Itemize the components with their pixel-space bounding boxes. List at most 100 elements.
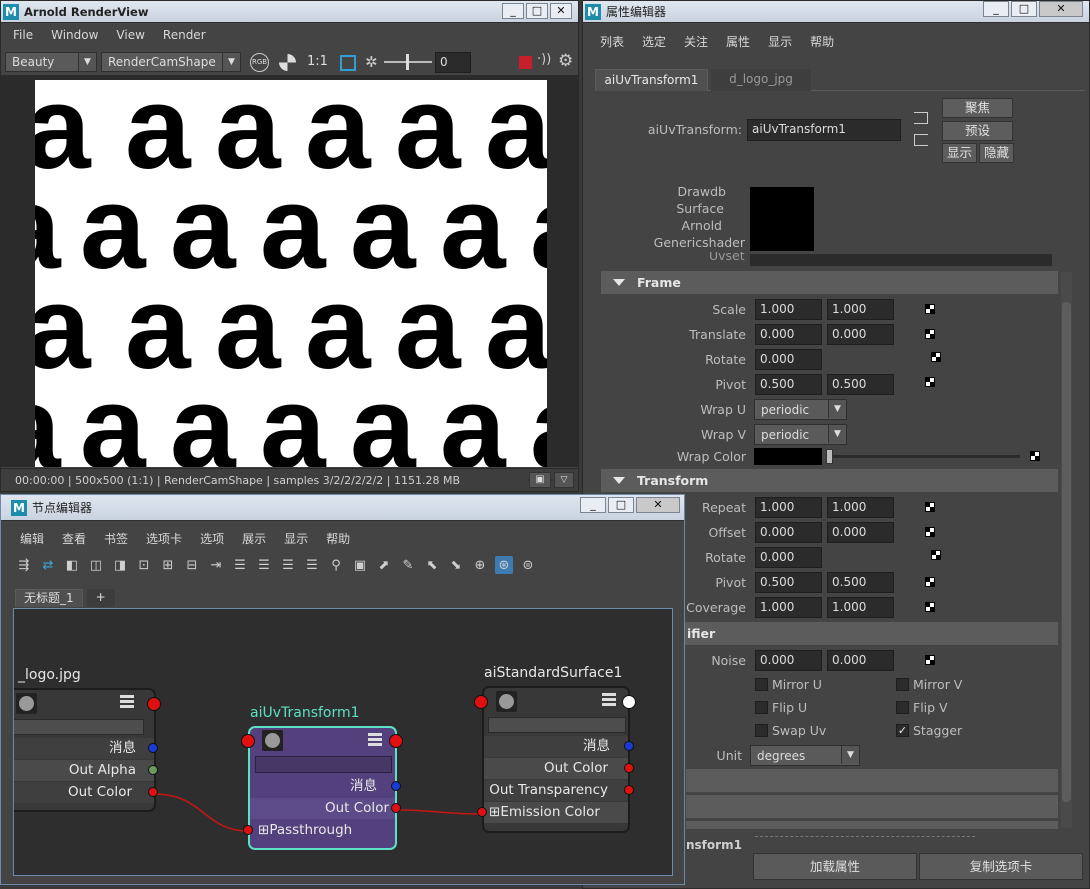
tab-aiuvtransform1[interactable]: aiUvTransform1 [595, 69, 708, 91]
scale-v-input[interactable]: 1.000 [827, 299, 894, 320]
hide-button[interactable]: 隐藏 [979, 143, 1014, 163]
color-port-dot[interactable] [624, 763, 634, 773]
aov-select[interactable]: Beauty ▼ [5, 52, 97, 72]
select-downstream-icon[interactable]: ⬊ [447, 556, 465, 574]
menu-show[interactable]: 显示 [759, 33, 801, 50]
uv-transform-node[interactable]: 消息 Out Color ⊞Passthrough [248, 726, 397, 850]
crop-region-icon[interactable] [340, 55, 356, 71]
zoom-label[interactable]: 1:1 [307, 54, 328, 69]
menu-file[interactable]: File [4, 28, 42, 42]
input-port-dot[interactable] [474, 695, 488, 709]
menu-window[interactable]: Window [42, 28, 107, 42]
map-button-icon[interactable] [931, 352, 941, 362]
attribute-editor-titlebar[interactable]: M 属性编辑器 _ □ ✕ [583, 1, 1089, 23]
wrap-color-slider[interactable] [826, 449, 1020, 464]
exposure-slider[interactable] [384, 54, 432, 70]
alpha-port-dot[interactable] [148, 765, 158, 775]
menu-display[interactable]: 显示 [275, 530, 317, 547]
map-button-icon[interactable] [925, 655, 935, 665]
load-attributes-button[interactable]: 加载属性 [753, 853, 917, 880]
map-button-icon[interactable] [931, 550, 941, 560]
input-connections-icon[interactable]: ◧ [63, 556, 81, 574]
menu-help[interactable]: 帮助 [801, 33, 843, 50]
rotate-input[interactable]: 0.000 [755, 547, 822, 568]
tab-untitled-1[interactable]: 无标题_1 [15, 589, 83, 607]
output-connections-icon[interactable] [914, 134, 928, 146]
remove-selected-icon[interactable]: ⇥ [207, 556, 225, 574]
collapsed-section[interactable] [686, 795, 1058, 818]
swatch-toggle-icon[interactable]: ▣ [351, 556, 369, 574]
ipr-icon[interactable]: ·)) [537, 52, 551, 67]
coverage-v-input[interactable]: 1.000 [827, 597, 894, 618]
node-search-field[interactable] [488, 717, 626, 733]
mirror-u-checkbox[interactable] [755, 678, 768, 691]
standard-surface-node[interactable]: 消息 Out Color Out Transparency ⊞Emission … [482, 686, 630, 833]
wrap-u-select[interactable]: periodic ▼ [754, 399, 847, 420]
flip-v-checkbox[interactable] [896, 701, 909, 714]
collapsed-section[interactable] [686, 769, 1058, 792]
pivot-v-input[interactable]: 0.500 [827, 374, 894, 395]
edit-icon[interactable]: ✎ [399, 556, 417, 574]
stagger-checkbox[interactable]: ✓ [896, 724, 909, 737]
node-menu-icon[interactable] [368, 733, 382, 746]
mirror-v-checkbox[interactable] [896, 678, 909, 691]
menu-bookmarks[interactable]: 书签 [95, 530, 137, 547]
menu-view[interactable]: View [107, 28, 153, 42]
node-graph-canvas[interactable]: _logo.jpg 消息 Out Alpha Out Color aiUvTra… [13, 608, 673, 876]
select-upstream-icon[interactable]: ⬉ [423, 556, 441, 574]
passthrough-port-dot[interactable] [243, 825, 253, 835]
pivot-u-input[interactable]: 0.500 [755, 374, 822, 395]
node-search-field[interactable] [14, 719, 144, 735]
noise-v-input[interactable]: 0.000 [827, 650, 894, 671]
refresh-icon[interactable]: ✲ [365, 53, 378, 71]
add-tab-button[interactable]: + [86, 589, 115, 607]
exposure-input[interactable]: 0 [435, 52, 471, 73]
slider-handle[interactable] [406, 54, 409, 70]
transform-section-header[interactable]: Transform [601, 469, 1058, 492]
translate-v-input[interactable]: 0.000 [827, 324, 894, 345]
copy-tab-button[interactable]: 复制选项卡 [919, 853, 1083, 880]
file-node-logo[interactable]: 消息 Out Alpha Out Color [14, 688, 156, 812]
presets-button[interactable]: 预设 [942, 121, 1013, 141]
menu-attributes[interactable]: 属性 [717, 33, 759, 50]
close-button[interactable]: ✕ [550, 3, 572, 19]
menu-edit[interactable]: 编辑 [11, 530, 53, 547]
unit-select[interactable]: degrees ▼ [750, 745, 860, 766]
minimize-button[interactable]: _ [983, 1, 1009, 17]
map-button-icon[interactable] [925, 602, 935, 612]
color-port-dot[interactable] [391, 803, 401, 813]
pin-icon[interactable]: ⬈ [375, 556, 393, 574]
close-button[interactable]: ✕ [1039, 1, 1083, 17]
add-node-icon[interactable]: ⇶ [15, 556, 33, 574]
map-button-icon[interactable] [925, 577, 935, 587]
node-search-field[interactable] [255, 756, 392, 773]
maximize-button[interactable]: □ [608, 497, 634, 513]
translate-u-input[interactable]: 0.000 [755, 324, 822, 345]
output-connections-icon[interactable]: ◨ [111, 556, 129, 574]
clear-graph-icon[interactable]: ⊟ [183, 556, 201, 574]
pivot-u-input[interactable]: 0.500 [755, 572, 822, 593]
message-port-dot[interactable] [624, 741, 634, 751]
frame-section-header[interactable]: Frame [601, 271, 1058, 294]
repeat-v-input[interactable]: 1.000 [827, 497, 894, 518]
slider-handle[interactable] [826, 449, 833, 464]
full-mode-icon[interactable]: ☰ [279, 556, 297, 574]
minimize-button[interactable]: _ [580, 497, 606, 513]
gear-icon[interactable]: ⚙ [558, 51, 573, 71]
menu-view[interactable]: 查看 [53, 530, 95, 547]
noise-u-input[interactable]: 0.000 [755, 650, 822, 671]
menu-show-graph[interactable]: 展示 [233, 530, 275, 547]
repeat-u-input[interactable]: 1.000 [755, 497, 822, 518]
coverage-u-input[interactable]: 1.000 [755, 597, 822, 618]
message-port-dot[interactable] [391, 781, 401, 791]
map-button-icon[interactable] [925, 377, 935, 387]
input-connections-icon[interactable] [914, 112, 928, 124]
flip-u-checkbox[interactable] [755, 701, 768, 714]
menu-help[interactable]: 帮助 [317, 530, 359, 547]
tab-d-logo-jpg[interactable]: d_logo_jpg [711, 69, 811, 91]
map-button-icon[interactable] [925, 502, 935, 512]
map-button-icon[interactable] [925, 527, 935, 537]
checker-display-icon[interactable] [279, 54, 296, 71]
scrollbar-thumb[interactable] [1062, 302, 1071, 802]
snap-grid-icon[interactable]: ⊛ [495, 556, 513, 574]
